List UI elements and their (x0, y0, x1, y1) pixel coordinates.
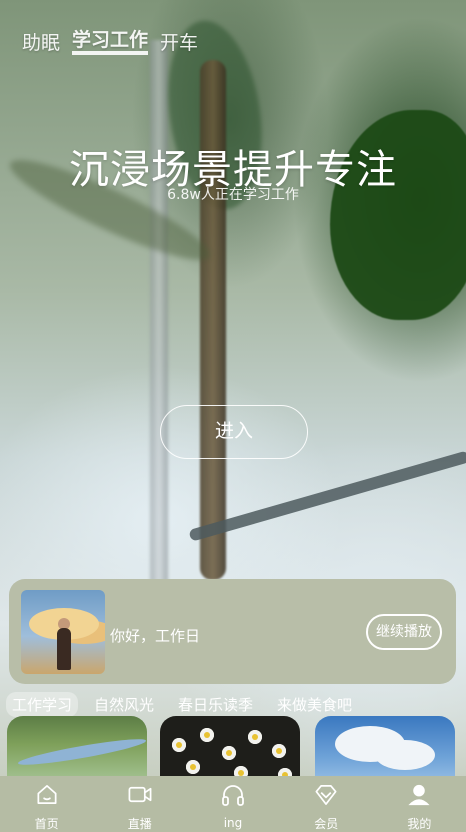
daisy-art (248, 730, 262, 744)
home-icon (37, 784, 57, 805)
tab-study-work[interactable]: 学习工作 (72, 29, 149, 55)
daisy-art (272, 744, 286, 758)
background-rod (188, 450, 466, 542)
scene-tabs: 助眠 学习工作 开车 (22, 28, 198, 55)
tab-driving[interactable]: 开车 (160, 28, 198, 55)
video-icon (128, 786, 152, 803)
nav-mine-label: 我的 (407, 817, 432, 831)
daisy-art (172, 738, 186, 752)
album-thumbnail[interactable] (21, 590, 105, 674)
resume-button[interactable]: 继续播放 (366, 614, 442, 650)
nav-mine[interactable]: 我的 (373, 776, 466, 832)
diamond-icon (315, 784, 337, 805)
card-greeting: 你好，工作日 (110, 627, 201, 645)
category-nature[interactable]: 自然风光 (88, 692, 160, 717)
nav-home-label: 首页 (34, 817, 59, 831)
headphones-icon (222, 785, 244, 806)
background-pipe (150, 40, 168, 600)
user-icon (408, 784, 430, 806)
nav-live[interactable]: 直播 (93, 776, 186, 832)
nav-live-label: 直播 (127, 817, 152, 831)
enter-button[interactable]: 进入 (160, 405, 308, 459)
nav-ing[interactable]: ing (186, 776, 279, 832)
hero-subtitle: 6.8w人正在学习工作 (167, 187, 299, 203)
bottom-nav: 首页 直播 ing 会员 我的 (0, 776, 466, 832)
continue-card[interactable]: 你好，工作日 继续播放 (9, 579, 456, 684)
daisy-art (186, 760, 200, 774)
category-tabs: 工作学习 自然风光 春日乐读季 来做美食吧 (6, 692, 370, 717)
person-art (57, 628, 71, 670)
tab-sleep[interactable]: 助眠 (22, 28, 60, 55)
daisy-art (222, 746, 236, 760)
category-work-study[interactable]: 工作学习 (6, 692, 79, 717)
nav-vip[interactable]: 会员 (280, 776, 373, 832)
category-spring-reading[interactable]: 春日乐读季 (172, 692, 259, 717)
cloud-art (375, 740, 435, 770)
daisy-art (200, 728, 214, 742)
nav-vip-label: 会员 (314, 817, 339, 831)
river-art (16, 734, 147, 770)
nav-ing-label: ing (223, 816, 243, 830)
category-cooking[interactable]: 来做美食吧 (271, 692, 358, 717)
nav-home[interactable]: 首页 (0, 776, 93, 832)
